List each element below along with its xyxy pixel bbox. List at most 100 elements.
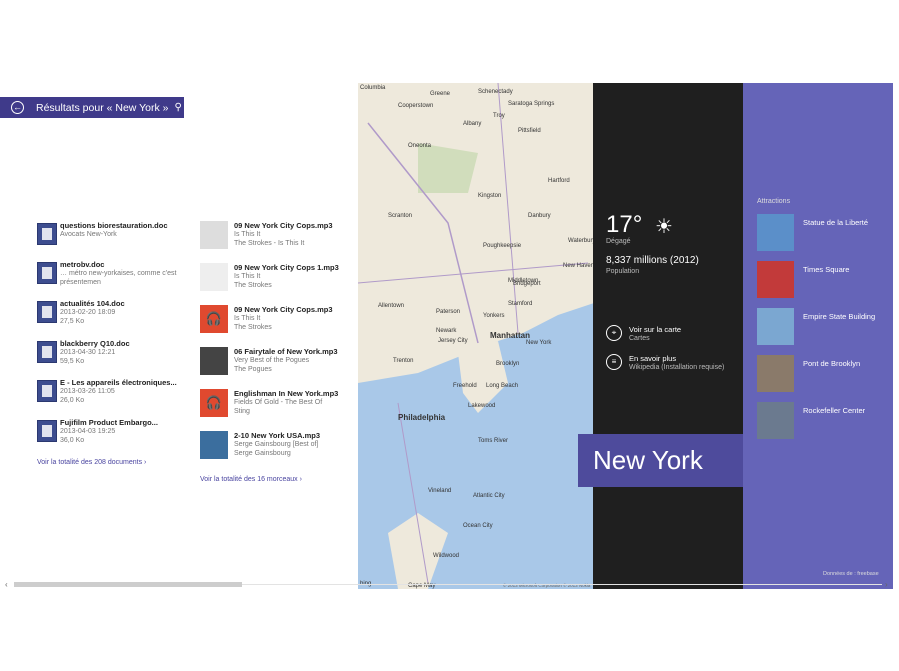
- song-album: Is This It: [234, 273, 261, 280]
- song-album: Is This It: [234, 315, 261, 322]
- weather-condition: Dégagé: [606, 238, 631, 245]
- scrollbar-thumb[interactable]: [14, 582, 242, 587]
- document-item[interactable]: questions biorestauration.doc Avocats Ne…: [37, 221, 187, 257]
- search-title: Résultats pour « New York »: [36, 101, 169, 114]
- map-place-label: Atlantic City: [473, 493, 505, 499]
- song-item[interactable]: 09 New York City Cops.mp3 Is This It The…: [200, 221, 350, 261]
- see-all-documents-link[interactable]: Voir la totalité des 208 documents ›: [37, 459, 146, 466]
- scroll-left-arrow-icon[interactable]: ‹: [5, 580, 8, 589]
- document-title: questions biorestauration.doc: [60, 221, 168, 230]
- map-graphic: [358, 83, 594, 589]
- action-title: En savoir plus: [629, 354, 677, 363]
- song-album: Very Best of the Pogues: [234, 357, 310, 364]
- map-place-label: Danbury: [528, 213, 551, 219]
- song-item[interactable]: 09 New York City Cops 1.mp3 Is This It T…: [200, 263, 350, 303]
- attraction-item[interactable]: Pont de Brooklyn: [757, 355, 887, 395]
- map-place-label: Pittsfield: [518, 128, 541, 134]
- map-place-label: Stamford: [508, 301, 533, 307]
- attraction-label: Empire State Building: [803, 312, 876, 321]
- map-place-label: Jersey City: [438, 338, 468, 344]
- headphones-icon: 🎧: [200, 305, 228, 333]
- document-size: 59,5 Ko: [60, 358, 85, 365]
- document-item[interactable]: Fujifilm Product Embargo... 2013-04-03 1…: [37, 418, 187, 454]
- map-place-label: Schenectady: [478, 89, 513, 95]
- attraction-item[interactable]: Statue de la Liberté: [757, 214, 887, 254]
- attractions-header: Attractions: [757, 198, 791, 205]
- word-document-icon: [37, 262, 57, 284]
- attraction-item[interactable]: Rockefeller Center: [757, 402, 887, 442]
- attraction-photo: [757, 308, 794, 345]
- document-detail: présentemen: [60, 279, 101, 286]
- attraction-photo: [757, 402, 794, 439]
- action-subtitle: Cartes: [629, 335, 650, 342]
- map-place-label: Cooperstown: [398, 103, 434, 109]
- scroll-right-arrow-icon[interactable]: ›: [885, 580, 888, 589]
- map-pin-icon: ⌖: [606, 325, 622, 341]
- city-title: New York: [578, 434, 743, 487]
- document-size: 27,5 Ko: [60, 318, 85, 325]
- attraction-label: Times Square: [803, 265, 850, 274]
- map-place-label: Wildwood: [433, 553, 460, 559]
- attraction-photo: [757, 214, 794, 251]
- learn-more-action[interactable]: ≡ En savoir plus Wikipedia (Installation…: [606, 352, 736, 374]
- map-place-label: Vineland: [428, 488, 452, 494]
- song-title: Englishman In New York.mp3: [234, 389, 339, 398]
- word-document-icon: [37, 301, 57, 323]
- population-label: Population: [606, 268, 640, 275]
- word-document-icon: [37, 341, 57, 363]
- search-icon[interactable]: ⚲: [175, 102, 182, 113]
- map-place-label: Kingston: [478, 193, 502, 199]
- document-lines-icon: ≡: [606, 354, 622, 370]
- map-place-label: Trenton: [393, 358, 414, 364]
- map-place-label: Freehold: [453, 383, 477, 389]
- document-date: 2013-02-20 18:09: [60, 309, 116, 316]
- attraction-item[interactable]: Empire State Building: [757, 308, 887, 348]
- document-date: 2013-03-26 11:05: [60, 388, 115, 395]
- map-place-label: Philadelphia: [398, 413, 446, 422]
- map-place-label: Greene: [430, 91, 451, 97]
- horizontal-scrollbar[interactable]: ‹ ›: [5, 580, 889, 590]
- view-on-map-action[interactable]: ⌖ Voir sur la carte Cartes: [606, 323, 736, 345]
- attraction-photo: [757, 355, 794, 392]
- document-item[interactable]: blackberry Q10.doc 2013-04-30 12:21 59,5…: [37, 339, 187, 375]
- document-item[interactable]: actualités 104.doc 2013-02-20 18:09 27,5…: [37, 299, 187, 335]
- map-place-label: Manhattan: [490, 331, 530, 340]
- map-place-label: Yonkers: [483, 313, 505, 319]
- song-title: 09 New York City Cops.mp3: [234, 221, 333, 230]
- map-place-label: Scranton: [388, 213, 413, 219]
- album-art: [200, 431, 228, 459]
- song-album: Is This It: [234, 231, 261, 238]
- back-arrow-icon[interactable]: ←: [11, 101, 24, 114]
- document-item[interactable]: E - Les appareils électroniques... 2013-…: [37, 378, 187, 414]
- map-view[interactable]: Columbia Greene Schenectady Saratoga Spring…: [358, 83, 594, 589]
- map-place-label: Toms River: [478, 438, 509, 444]
- song-item[interactable]: 🎧 Englishman In New York.mp3 Fields Of G…: [200, 389, 350, 429]
- map-place-label: New Haven: [563, 263, 594, 269]
- map-place-label: Paterson: [436, 309, 461, 315]
- document-size: 26,0 Ko: [60, 397, 85, 404]
- song-artist: The Strokes: [234, 324, 272, 331]
- album-art: [200, 347, 228, 375]
- map-place-label: Ocean City: [463, 523, 493, 529]
- document-date: 2013-04-30 12:21: [60, 349, 116, 356]
- document-item[interactable]: metrobv.doc … métro new-yorkaises, comme…: [37, 260, 187, 296]
- song-title: 09 New York City Cops.mp3: [234, 305, 333, 314]
- song-title: 06 Fairytale of New York.mp3: [234, 347, 338, 356]
- map-place-label: Saratoga Springs: [508, 101, 555, 107]
- map-place-label: Columbia: [360, 85, 386, 91]
- search-results-header[interactable]: ← Résultats pour « New York » ⚲: [0, 97, 184, 118]
- map-place-label: Hartford: [548, 178, 570, 184]
- see-all-songs-link[interactable]: Voir la totalité des 16 morceaux ›: [200, 476, 302, 483]
- document-date: 2013-04-03 19:25: [60, 428, 116, 435]
- document-title: blackberry Q10.doc: [60, 339, 130, 348]
- attraction-label: Statue de la Liberté: [803, 218, 869, 227]
- song-title: 09 New York City Cops 1.mp3: [234, 263, 339, 272]
- song-item[interactable]: 2-10 New York USA.mp3 Serge Gainsbourg […: [200, 431, 350, 471]
- song-artist: The Strokes: [234, 282, 272, 289]
- song-item[interactable]: 🎧 09 New York City Cops.mp3 Is This It T…: [200, 305, 350, 345]
- song-item[interactable]: 06 Fairytale of New York.mp3 Very Best o…: [200, 347, 350, 387]
- attraction-item[interactable]: Times Square: [757, 261, 887, 301]
- action-title: Voir sur la carte: [629, 325, 682, 334]
- document-detail: Avocats New-York: [60, 231, 117, 238]
- song-album: Serge Gainsbourg [Best of]: [234, 441, 319, 448]
